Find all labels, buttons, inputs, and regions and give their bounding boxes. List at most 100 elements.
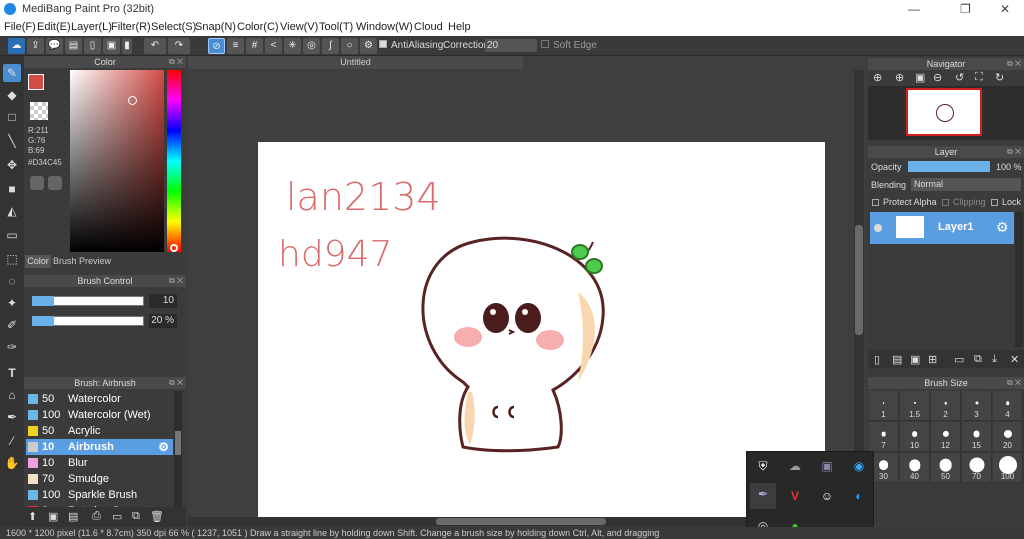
brush-add-menu-icon[interactable]: ▤ <box>68 510 82 524</box>
brush-size-option[interactable]: 20 <box>993 422 1023 452</box>
canvas-paper[interactable]: lan2134 hd947 <box>258 142 825 517</box>
brush-list-item[interactable]: 70 Smudge <box>26 471 173 487</box>
brush-delete-icon[interactable]: 🗑 <box>150 510 164 524</box>
brush-opacity-value[interactable]: 20 % <box>149 314 177 328</box>
brush-size-option[interactable]: 7 <box>869 422 899 452</box>
restore-button[interactable]: ❐ <box>960 2 971 16</box>
zoom-in-icon[interactable]: ⊕ <box>873 71 882 84</box>
concentric-snap-icon[interactable]: ◎ <box>303 38 320 54</box>
curve-snap-icon[interactable]: ∫ <box>322 38 339 54</box>
new-layer-1bit-icon[interactable]: ▣ <box>910 353 920 366</box>
pen-tablet-icon[interactable]: ✒ <box>750 483 776 509</box>
duplicate-layer-icon[interactable]: ⧉ <box>974 353 982 366</box>
zoom-out-icon[interactable]: ⊖ <box>933 71 942 84</box>
circle-snap-icon[interactable]: ○ <box>341 38 358 54</box>
brush-settings-icon[interactable]: ⚙ <box>158 439 169 455</box>
cloud-sync-icon[interactable]: ☁ <box>784 455 806 477</box>
minimize-button[interactable]: — <box>908 2 920 16</box>
rect-select-icon[interactable]: □ <box>3 108 21 126</box>
brush-size-option[interactable]: 3 <box>962 391 992 421</box>
fit-icon[interactable]: ▣ <box>915 71 925 84</box>
save-icon[interactable]: ▣ <box>103 38 120 54</box>
menu-view[interactable]: View(V) <box>280 21 318 33</box>
cloud-icon[interactable]: ☁ <box>8 38 25 54</box>
move-tool-icon[interactable]: ✥ <box>3 156 21 174</box>
menu-help[interactable]: Help <box>448 21 471 33</box>
brush-list-item[interactable]: 10 Blur <box>26 455 173 471</box>
brush-size-option[interactable]: 1 <box>869 391 899 421</box>
menu-file[interactable]: File(F) <box>4 21 36 33</box>
menu-cloud[interactable]: Cloud <box>414 21 443 33</box>
radial-snap-icon[interactable]: < <box>265 38 282 54</box>
menu-layer[interactable]: Layer(L) <box>71 21 112 33</box>
brush-size-option[interactable]: 1.5 <box>900 391 930 421</box>
gradient-tool-icon[interactable]: ▭ <box>3 226 21 244</box>
layer-row[interactable]: Layer1 ⚙ <box>870 212 1014 244</box>
navigator-viewport[interactable] <box>906 88 982 136</box>
layer-settings-icon[interactable]: ⚙ <box>996 219 1009 236</box>
share-icon[interactable]: ⇪ <box>27 38 44 54</box>
rotate-left-icon[interactable]: ↺ <box>955 71 964 84</box>
snap-off-icon[interactable]: ⊘ <box>208 38 225 54</box>
opacity-slider[interactable] <box>908 161 990 172</box>
lock-checkbox[interactable] <box>991 199 998 206</box>
document-icon[interactable]: ▯ <box>84 38 101 54</box>
select-eraser-icon[interactable]: ✑ <box>3 338 21 356</box>
brush-size-option[interactable]: 70 <box>962 453 992 483</box>
correction-select[interactable]: 20 <box>485 39 537 52</box>
snap-settings-icon[interactable]: ⚙ <box>360 38 377 54</box>
magic-wand-icon[interactable]: ✦ <box>3 294 21 312</box>
brush-import-icon[interactable]: ⎙ <box>92 510 106 524</box>
menu-tool[interactable]: Tool(T) <box>319 21 353 33</box>
brush-size-option[interactable]: 15 <box>962 422 992 452</box>
protect-alpha-checkbox[interactable] <box>872 199 879 206</box>
brush-size-value[interactable]: 10 <box>149 294 177 308</box>
edge-icon[interactable]: ◐ <box>848 485 870 507</box>
brush-list-item[interactable]: 100 Watercolor (Wet) <box>26 407 173 423</box>
dot-tool-icon[interactable]: ╲ <box>3 132 21 150</box>
layer-scrollbar[interactable] <box>1015 212 1023 347</box>
bucket-tool-icon[interactable]: ◭ <box>3 202 21 220</box>
merge-layer-icon[interactable]: ⤓ <box>992 353 997 366</box>
discord-icon[interactable]: ☺ <box>816 485 838 507</box>
message-icon[interactable]: ▤ <box>65 38 82 54</box>
lasso-tool-icon[interactable]: ◌ <box>3 272 21 290</box>
brush-opacity-slider[interactable] <box>32 316 144 326</box>
menu-window[interactable]: Window(W) <box>356 21 413 33</box>
grid-snap-icon[interactable]: # <box>246 38 263 54</box>
navigator-preview[interactable] <box>868 86 1024 140</box>
brush-size-option[interactable]: 40 <box>900 453 930 483</box>
text-tool-icon[interactable]: T <box>3 364 21 382</box>
brush-size-slider[interactable] <box>32 296 144 306</box>
parallel-snap-icon[interactable]: ≡ <box>227 38 244 54</box>
menu-select[interactable]: Select(S) <box>151 21 196 33</box>
clipping-checkbox[interactable] <box>942 199 949 206</box>
hue-slider[interactable] <box>167 70 181 252</box>
brush-tool-icon[interactable]: ✎ <box>3 64 21 82</box>
add-layer-menu-icon[interactable]: ⊞ <box>928 353 937 366</box>
brush-list-item[interactable]: 10 Airbrush ⚙ <box>26 439 173 455</box>
brush-list-item[interactable]: 100 Sparkle Brush <box>26 487 173 503</box>
zoom-in2-icon[interactable]: ⊕ <box>895 71 904 84</box>
eraser-tool-icon[interactable]: ◆ <box>3 86 21 104</box>
color-picker-cursor[interactable] <box>128 96 137 105</box>
divide-tool-icon[interactable]: ✒ <box>3 408 21 426</box>
transparent-swatch[interactable] <box>30 102 48 120</box>
menu-filter[interactable]: Filter(R) <box>111 21 151 33</box>
undo-icon[interactable]: ↶ <box>144 38 166 54</box>
display-icon[interactable]: ▣ <box>816 455 838 477</box>
tab-brush-preview[interactable]: Brush Preview <box>53 255 111 268</box>
vivaldi-icon[interactable]: V <box>784 485 806 507</box>
hue-handle[interactable] <box>170 244 178 252</box>
brush-folder-icon[interactable]: ▭ <box>112 510 126 524</box>
brush-size-option[interactable]: 100 <box>993 453 1023 483</box>
operation-tool-icon[interactable]: ⌂ <box>3 386 21 404</box>
blending-select[interactable]: Normal <box>911 178 1021 191</box>
hand-tool-icon[interactable]: ✋ <box>3 454 21 472</box>
brush-list-scrollbar[interactable] <box>174 391 182 511</box>
eyedropper-icon[interactable]: ⁄ <box>3 432 21 450</box>
menu-edit[interactable]: Edit(E) <box>37 21 71 33</box>
comment-icon[interactable]: 💬 <box>46 38 63 54</box>
brush-size-option[interactable]: 50 <box>931 453 961 483</box>
brush-size-option[interactable]: 2 <box>931 391 961 421</box>
